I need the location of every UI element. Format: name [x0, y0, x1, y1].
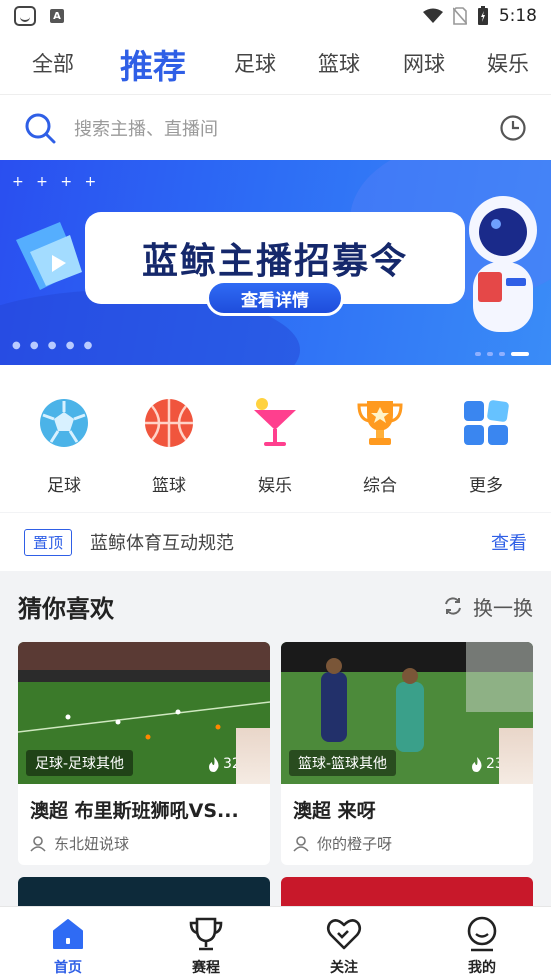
no-sim-icon: [452, 7, 467, 25]
banner-indicator-dot-active[interactable]: [511, 352, 529, 356]
home-icon: [53, 919, 83, 949]
category-label: 综合: [363, 476, 397, 496]
cocktail-icon: [254, 398, 296, 446]
trophy-icon: [357, 401, 403, 445]
nav-label: 首页: [54, 960, 82, 976]
refresh-label: 换一换: [473, 595, 533, 620]
nav-label: 我的: [468, 960, 496, 976]
user-icon: [30, 835, 46, 852]
tab-tennis[interactable]: 网球: [403, 48, 445, 78]
banner-indicator: [475, 352, 529, 356]
tab-entertainment[interactable]: 娱乐: [487, 48, 529, 78]
pinned-notice[interactable]: 置顶 蓝鲸体育互动规范 查看: [0, 513, 551, 571]
nav-mine[interactable]: 我的: [447, 915, 517, 977]
section-title: 猜你喜欢: [18, 594, 114, 623]
tab-basketball[interactable]: 篮球: [318, 48, 360, 78]
notification-a-icon: A: [50, 9, 64, 23]
category-label: 更多: [469, 476, 503, 496]
category-football[interactable]: 足球: [24, 395, 104, 496]
banner-title: 蓝鲸主播招募令: [141, 241, 408, 282]
category-label: 娱乐: [258, 476, 292, 496]
trophy-cup-icon: [189, 917, 223, 951]
category-more[interactable]: 更多: [446, 395, 526, 496]
heart-icon: [326, 919, 362, 950]
host-name: 东北妞说球: [54, 835, 130, 853]
nav-label: 赛程: [192, 960, 220, 976]
banner-indicator-dot[interactable]: [487, 352, 493, 356]
category-general[interactable]: 综合: [340, 395, 420, 496]
category-label: 足球: [47, 476, 81, 496]
host-avatar: [236, 728, 270, 784]
tab-football[interactable]: 足球: [234, 48, 276, 78]
host-info: 东北妞说球: [18, 823, 270, 854]
notification-app-icon: [14, 6, 36, 26]
banner-indicator-dot[interactable]: [499, 352, 505, 356]
banner-dot-decor: ● ● ● ● ●: [12, 340, 96, 351]
promo-banner[interactable]: + + + + ● ● ● ● ● 蓝鲸主播招募令 查看详情: [0, 160, 551, 365]
pinned-tag: 置顶: [24, 528, 73, 556]
banner-plus-decor: + + + +: [12, 174, 101, 190]
host-avatar: [499, 728, 533, 784]
live-title: 澳超 布里斯班狮吼VS...: [30, 800, 239, 822]
banner-detail-button[interactable]: 查看详情: [206, 280, 344, 316]
notice-view-link[interactable]: 查看: [491, 529, 527, 555]
host-info: 你的橙子呀: [281, 823, 533, 854]
refresh-icon: [445, 597, 461, 615]
recommend-header: 猜你喜欢 换一换: [0, 584, 551, 628]
tab-recommend[interactable]: 推荐: [120, 40, 186, 88]
status-bar: A 5:18: [0, 0, 551, 32]
category-badge: 篮球-篮球其他: [289, 750, 397, 776]
bottom-navigation: 首页 赛程 关注 我的: [0, 906, 551, 979]
live-thumbnail: 足球-足球其他 326: [18, 642, 270, 784]
search-input[interactable]: 搜索主播、直播间: [74, 115, 499, 141]
user-icon: [293, 835, 309, 852]
flame-icon: [472, 756, 482, 772]
tab-all[interactable]: 全部: [32, 48, 74, 78]
nav-home[interactable]: 首页: [33, 915, 103, 977]
live-title: 澳超 来呀: [293, 800, 376, 822]
clock-icon[interactable]: [499, 114, 527, 142]
category-entertainment[interactable]: 娱乐: [235, 395, 315, 496]
astronaut-illustration: [469, 196, 537, 332]
notice-text[interactable]: 蓝鲸体育互动规范: [90, 529, 491, 555]
wifi-icon: [422, 8, 443, 23]
profile-icon: [467, 916, 497, 952]
refresh-button[interactable]: 换一换: [443, 592, 533, 621]
battery-icon: [477, 6, 488, 25]
nav-label: 关注: [330, 960, 358, 976]
category-basketball[interactable]: 篮球: [129, 395, 209, 496]
basketball-icon: [145, 399, 193, 447]
flame-icon: [209, 756, 219, 772]
banner-indicator-dot[interactable]: [475, 352, 481, 356]
search-icon[interactable]: [24, 112, 56, 144]
nav-schedule[interactable]: 赛程: [171, 915, 241, 977]
category-shortcuts: 足球 篮球 娱乐 综合 更多: [0, 365, 551, 512]
search-bar[interactable]: 搜索主播、直播间: [0, 94, 551, 160]
host-name: 你的橙子呀: [317, 835, 393, 853]
status-time: 5:18: [498, 6, 537, 26]
soccer-ball-icon: [40, 399, 88, 447]
live-card[interactable]: 篮球-篮球其他 236 澳超 来呀 你的橙子呀: [281, 642, 533, 865]
category-badge: 足球-足球其他: [26, 750, 134, 776]
live-thumbnail: 篮球-篮球其他 236: [281, 642, 533, 784]
category-tabs: 全部 推荐 足球 篮球 网球 娱乐: [0, 32, 551, 94]
live-card[interactable]: 足球-足球其他 326 澳超 布里斯班狮吼VS... 东北妞说球: [18, 642, 270, 865]
nav-follow[interactable]: 关注: [309, 915, 379, 977]
grid-more-icon: [464, 400, 509, 445]
category-label: 篮球: [152, 476, 186, 496]
